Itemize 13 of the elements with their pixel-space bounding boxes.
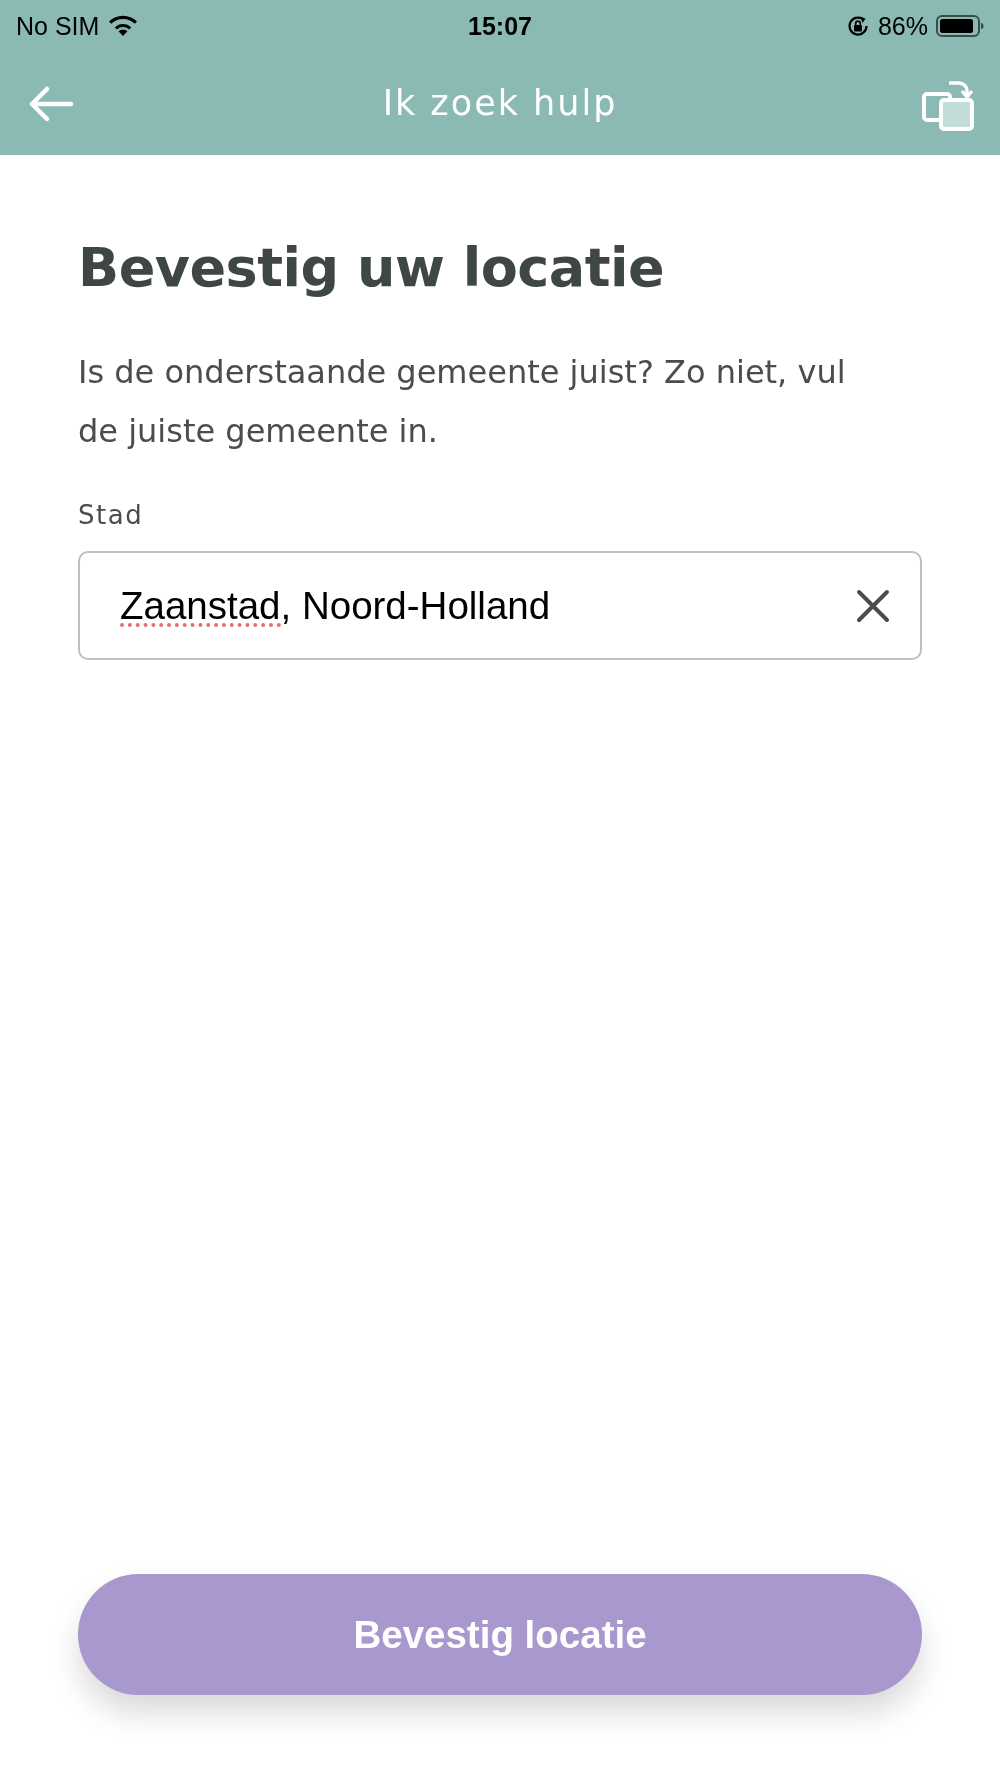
- carrier-text: No SIM: [16, 13, 100, 39]
- clock-time: 15:07: [468, 13, 532, 39]
- description-text: Is de onderstaande gemeente juist? Zo niet, vul de juiste gemeente in.: [78, 352, 847, 452]
- battery-percent: 86%: [877, 13, 928, 39]
- battery-icon: [936, 14, 984, 38]
- close-icon: [856, 589, 890, 623]
- rotation-lock-icon: [845, 14, 870, 38]
- back-arrow-icon: [29, 85, 73, 122]
- header-title: Ik zoek hulp: [382, 86, 618, 121]
- field-label: Stad: [78, 499, 144, 531]
- wifi-icon: [107, 14, 140, 38]
- page-heading: Bevestig uw locatie: [78, 235, 665, 301]
- city-field[interactable]: Zaanstad, Noord-Holland: [78, 551, 922, 660]
